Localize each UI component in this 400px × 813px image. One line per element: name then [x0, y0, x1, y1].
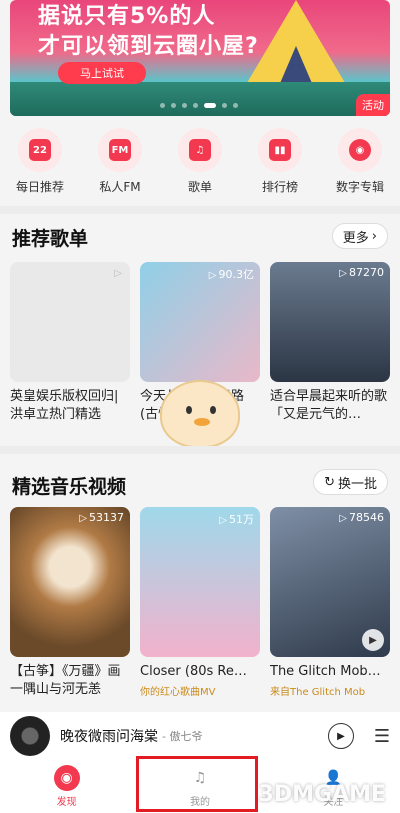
chart-icon: ▮▮ — [258, 128, 302, 172]
page-dot-active — [204, 103, 216, 108]
quick-private-fm[interactable]: FM 私人FM — [84, 128, 156, 200]
more-button[interactable]: 更多 › — [331, 223, 388, 249]
calendar-icon: 22 — [18, 128, 62, 172]
quick-label: 歌单 — [187, 180, 212, 194]
divider — [0, 206, 400, 214]
page-dot — [182, 103, 187, 108]
hills-illustration — [10, 82, 390, 116]
playlist-title: 适合早晨起来听的歌「又是元气的… — [270, 389, 388, 422]
play-count: 90.3亿 — [209, 266, 255, 282]
page-dot — [193, 103, 198, 108]
section-title-mv: 精选音乐视频 — [12, 476, 127, 498]
mv-cover: 51万 — [140, 507, 260, 657]
album-icon: ◉ — [338, 128, 382, 172]
discover-icon: ◉ — [53, 765, 80, 791]
page-dot — [233, 103, 238, 108]
quick-charts[interactable]: ▮▮ 排行榜 — [244, 128, 316, 200]
playlist-cover — [10, 262, 130, 382]
mv-title: 【古筝】《万疆》画一隅山与河无恙 — [10, 664, 121, 697]
play-count: 78546 — [339, 511, 384, 524]
mv-title: The Glitch Mob… — [270, 664, 381, 679]
playlist-card[interactable]: 英皇娱乐版权回归|洪卓立热门精选 — [10, 262, 130, 424]
playlist-title: 英皇娱乐版权回归|洪卓立热门精选 — [10, 389, 119, 422]
banner-pagination — [160, 103, 238, 108]
mv-cover: 78546 ▶ — [270, 507, 390, 657]
page-dot — [222, 103, 227, 108]
banner-tag: 活动 — [356, 94, 390, 116]
promo-banner[interactable]: 据说只有5%的人 才可以领到云圈小屋? 马上试试 活动 — [10, 0, 390, 116]
refresh-label: 换一批 — [337, 476, 377, 492]
page-dot — [160, 103, 165, 108]
play-button[interactable]: ▶ — [328, 723, 354, 749]
play-count: 87270 — [339, 266, 384, 279]
mv-subtitle: 你的红心歌曲MV — [140, 687, 216, 698]
play-icon[interactable]: ▶ — [362, 629, 384, 651]
quick-entries: 22 每日推荐 FM 私人FM ♫ 歌单 ▮▮ 排行榜 ◉ 数字专辑 — [0, 128, 400, 200]
play-count: 53137 — [79, 511, 124, 524]
play-count: 51万 — [219, 511, 254, 527]
mv-subtitle: 来自The Glitch Mob — [270, 687, 366, 698]
loop-icon — [114, 266, 124, 279]
nav-label: 发现 — [56, 797, 77, 808]
mascot-eye — [186, 406, 192, 414]
radio-icon: FM — [98, 128, 142, 172]
mv-cover: 53137 — [10, 507, 130, 657]
album-disc-icon — [10, 716, 50, 756]
mascot-sticker — [160, 380, 240, 448]
chevron-right-icon: › — [371, 228, 377, 244]
banner-headline-2: 才可以领到云圈小屋? — [38, 34, 259, 59]
playlist-cover: 90.3亿 — [140, 262, 260, 382]
quick-playlist[interactable]: ♫ 歌单 — [164, 128, 236, 200]
now-playing-artist: - 傲七爷 — [162, 730, 203, 743]
mv-card[interactable]: 51万 Closer (80s Re… 你的红心歌曲MV — [140, 507, 260, 698]
quick-label: 每日推荐 — [15, 180, 64, 194]
quick-label: 数字专辑 — [335, 180, 384, 194]
watermark-logo: 3DMGAME — [258, 782, 386, 807]
section-title-playlists: 推荐歌单 — [12, 228, 89, 250]
mini-player[interactable]: 晚夜微雨问海棠 - 傲七爷 ▶ ☰ — [0, 712, 400, 760]
quick-digital-album[interactable]: ◉ 数字专辑 — [324, 128, 396, 200]
quick-label: 排行榜 — [261, 180, 298, 194]
quick-label: 私人FM — [99, 180, 141, 194]
now-playing-title: 晚夜微雨问海棠 — [60, 729, 158, 745]
refresh-icon: ↻ — [324, 474, 335, 490]
more-label: 更多 — [342, 230, 369, 246]
nav-discover[interactable]: ◉ 发现 — [32, 765, 102, 808]
highlight-box — [136, 756, 258, 812]
banner-headline-1: 据说只有5%的人 — [38, 4, 216, 29]
mv-card[interactable]: 53137 【古筝】《万疆》画一隅山与河无恙 — [10, 507, 130, 699]
banner-cta-button[interactable]: 马上试试 — [58, 62, 146, 84]
playlist-queue-icon[interactable]: ☰ — [374, 726, 390, 747]
page-dot — [171, 103, 176, 108]
playlist-icon: ♫ — [178, 128, 222, 172]
mascot-beak — [194, 418, 210, 426]
quick-daily-recommend[interactable]: 22 每日推荐 — [4, 128, 76, 200]
playlist-card[interactable]: 87270 适合早晨起来听的歌「又是元气的… — [270, 262, 390, 424]
refresh-button[interactable]: ↻ 换一批 — [313, 469, 388, 495]
playlist-cover: 87270 — [270, 262, 390, 382]
mv-title: Closer (80s Re… — [140, 664, 247, 679]
divider — [0, 446, 400, 454]
mascot-eye — [210, 406, 216, 414]
mv-card[interactable]: 78546 ▶ The Glitch Mob… 来自The Glitch Mob — [270, 507, 390, 698]
